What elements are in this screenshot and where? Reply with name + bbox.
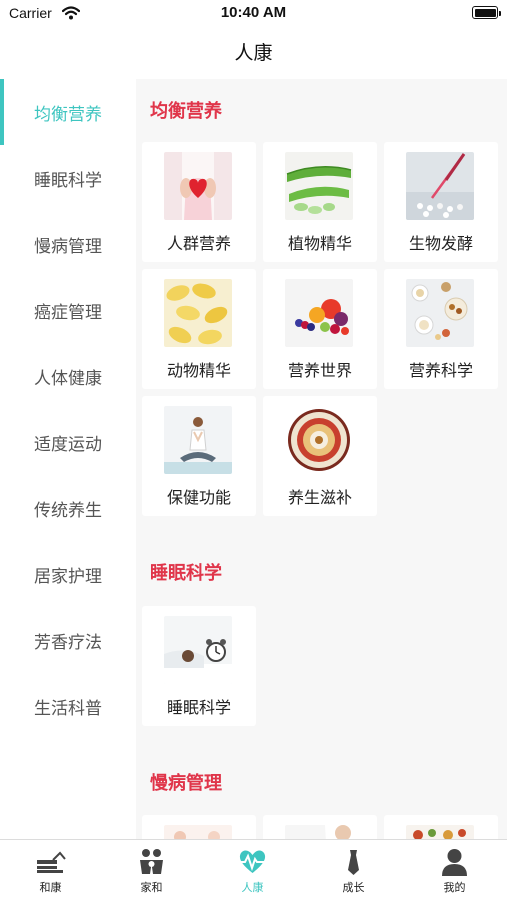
sidebar-item-label: 慢病管理 bbox=[34, 236, 102, 257]
sidebar-item-label: 癌症管理 bbox=[34, 302, 102, 323]
page-title: 人康 bbox=[234, 42, 273, 64]
category-sidebar: 均衡营养 睡眠科学 慢病管理 癌症管理 人体健康 适度运动 传统养生 居家护理 … bbox=[0, 79, 136, 839]
sidebar-item-label: 居家护理 bbox=[34, 566, 102, 587]
tab-bar: 和康 家和 人康 成长 我的 bbox=[0, 839, 507, 900]
family-icon bbox=[136, 848, 167, 876]
softgel-capsules-photo bbox=[164, 279, 232, 347]
grid-item-wellness-tonic[interactable]: 养生滋补 bbox=[263, 396, 377, 516]
grid-item-label: 保健功能 bbox=[166, 488, 231, 507]
section-title: 慢病管理 bbox=[150, 773, 222, 794]
grid-item-nutrition-science[interactable]: 营养科学 bbox=[384, 269, 498, 389]
yoga-photo bbox=[164, 406, 232, 474]
person-icon bbox=[439, 848, 470, 876]
sidebar-item-balanced-nutrition[interactable]: 均衡营养 bbox=[0, 79, 136, 145]
sidebar-item-traditional-wellness[interactable]: 传统养生 bbox=[0, 475, 136, 541]
grid-item-partial[interactable] bbox=[263, 815, 377, 839]
grid-item-label: 生物发酵 bbox=[408, 234, 473, 253]
grid-item-nutrition-world[interactable]: 营养世界 bbox=[263, 269, 377, 389]
tab-label: 我的 bbox=[443, 881, 466, 894]
battery-icon bbox=[472, 6, 501, 19]
grid-item-plant-essence[interactable]: 植物精华 bbox=[263, 142, 377, 262]
tab-jiahe[interactable]: 家和 bbox=[101, 840, 202, 900]
grid-item-label: 营养世界 bbox=[287, 361, 352, 380]
tab-label: 成长 bbox=[342, 881, 365, 894]
sidebar-item-label: 睡眠科学 bbox=[34, 170, 102, 191]
sidebar-item-home-care[interactable]: 居家护理 bbox=[0, 541, 136, 607]
food-photo bbox=[406, 825, 474, 839]
tab-renkang[interactable]: 人康 bbox=[202, 840, 303, 900]
grid-item-sleep-science[interactable]: 睡眠科学 bbox=[142, 606, 256, 726]
status-time: 10:40 AM bbox=[220, 4, 287, 21]
sidebar-item-label: 适度运动 bbox=[34, 434, 102, 455]
fruits-photo bbox=[285, 279, 353, 347]
section-title: 均衡营养 bbox=[150, 101, 222, 122]
medical-photo bbox=[164, 825, 232, 839]
aloe-photo bbox=[285, 152, 353, 220]
grid-item-animal-essence[interactable]: 动物精华 bbox=[142, 269, 256, 389]
tab-label: 人康 bbox=[241, 881, 264, 894]
category-content: 均衡营养 人群营养 植物精华 生物发酵 动物精华 营养世界 营养科学 保健功能 … bbox=[136, 79, 507, 839]
grid-item-partial[interactable] bbox=[142, 815, 256, 839]
tab-hekang[interactable]: 和康 bbox=[0, 840, 101, 900]
tie-icon bbox=[338, 848, 369, 876]
tab-wode[interactable]: 我的 bbox=[404, 840, 505, 900]
grid-item-partial[interactable] bbox=[384, 815, 498, 839]
sleep-alarm-photo bbox=[164, 616, 232, 684]
grid-item-label: 动物精华 bbox=[166, 361, 231, 380]
tab-label: 和康 bbox=[39, 881, 62, 894]
sidebar-item-label: 芳香疗法 bbox=[34, 632, 102, 653]
grid-item-health-function[interactable]: 保健功能 bbox=[142, 396, 256, 516]
grid-item-bio-fermentation[interactable]: 生物发酵 bbox=[384, 142, 498, 262]
section-title: 睡眠科学 bbox=[150, 563, 222, 584]
active-indicator bbox=[0, 79, 4, 145]
tab-chengzhang[interactable]: 成长 bbox=[303, 840, 404, 900]
sidebar-item-moderate-exercise[interactable]: 适度运动 bbox=[0, 409, 136, 475]
sidebar-item-label: 生活科普 bbox=[34, 698, 102, 719]
herbal-platter-photo bbox=[285, 406, 353, 474]
lab-pipette-photo bbox=[406, 152, 474, 220]
sidebar-item-label: 均衡营养 bbox=[34, 104, 102, 125]
heart-pulse-icon bbox=[237, 848, 268, 876]
grid-item-label: 养生滋补 bbox=[287, 488, 352, 507]
sidebar-item-label: 传统养生 bbox=[34, 500, 102, 521]
sidebar-item-cancer-management[interactable]: 癌症管理 bbox=[0, 277, 136, 343]
sidebar-item-sleep-science[interactable]: 睡眠科学 bbox=[0, 145, 136, 211]
grid-item-label: 人群营养 bbox=[166, 234, 231, 253]
heart-hands-photo bbox=[164, 152, 232, 220]
tab-label: 家和 bbox=[140, 881, 163, 894]
sidebar-item-chronic-disease[interactable]: 慢病管理 bbox=[0, 211, 136, 277]
nuts-bowls-photo bbox=[406, 279, 474, 347]
doctor-photo bbox=[285, 825, 353, 839]
sidebar-item-life-science[interactable]: 生活科普 bbox=[0, 673, 136, 739]
house-icon bbox=[35, 848, 66, 876]
status-bar: Carrier 10:40 AM bbox=[0, 0, 507, 30]
sidebar-item-label: 人体健康 bbox=[34, 368, 102, 389]
grid-item-label: 营养科学 bbox=[408, 361, 473, 380]
sidebar-item-body-health[interactable]: 人体健康 bbox=[0, 343, 136, 409]
sidebar-item-aromatherapy[interactable]: 芳香疗法 bbox=[0, 607, 136, 673]
grid-item-label: 植物精华 bbox=[287, 234, 352, 253]
grid-item-population-nutrition[interactable]: 人群营养 bbox=[142, 142, 256, 262]
grid-item-label: 睡眠科学 bbox=[166, 698, 231, 717]
